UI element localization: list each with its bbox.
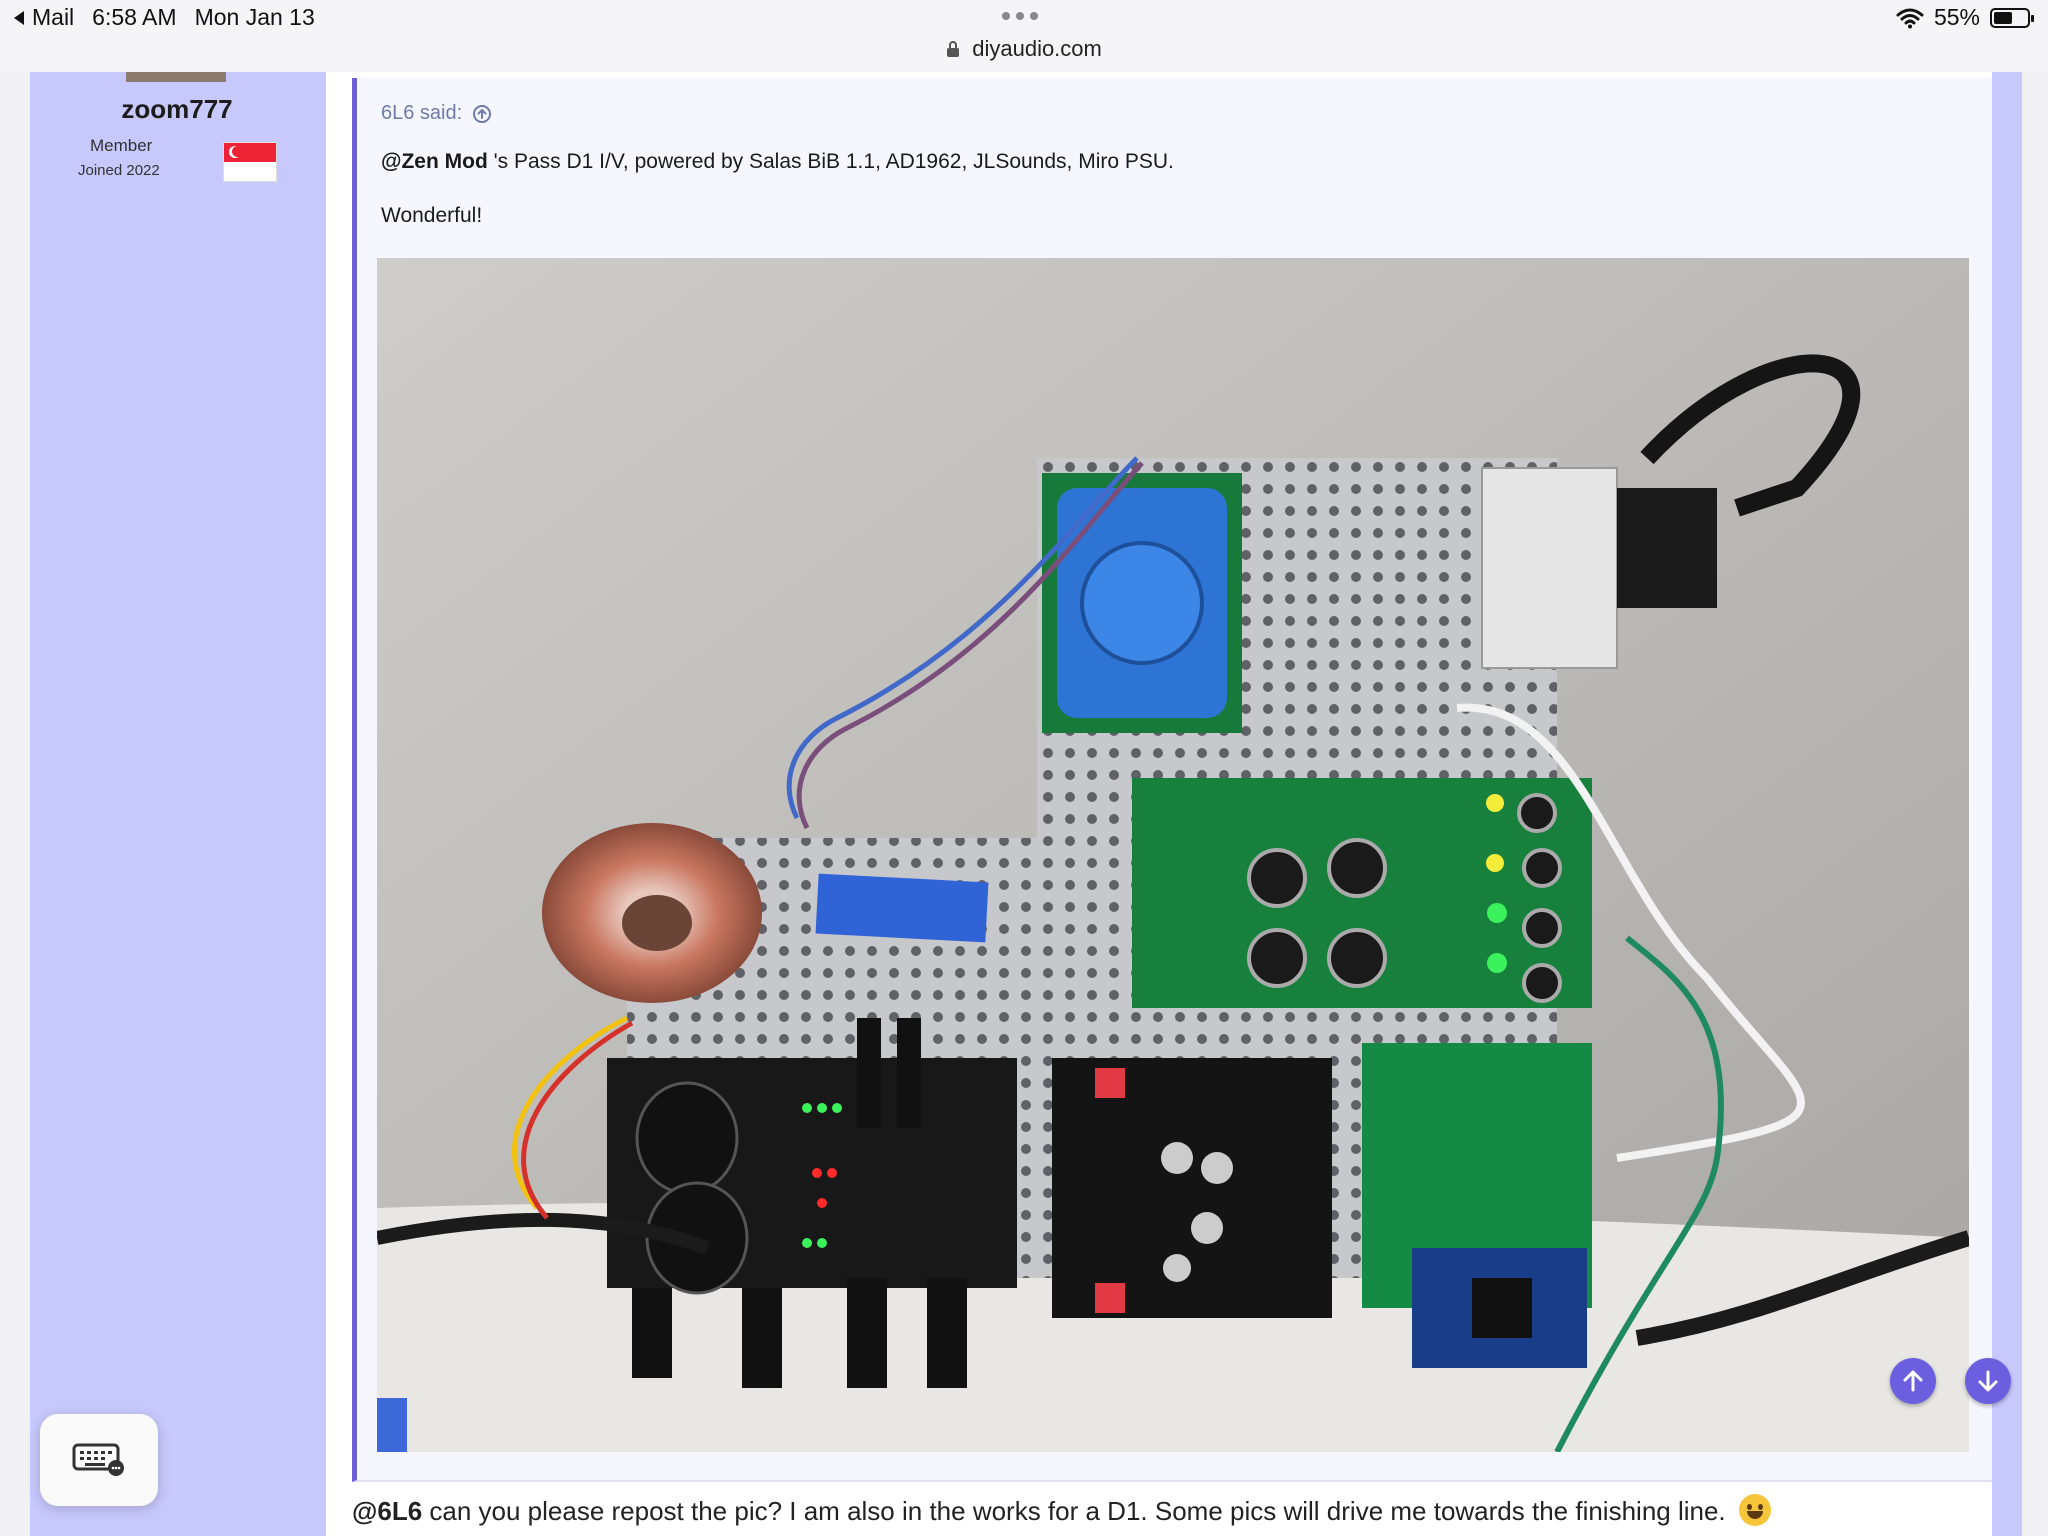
quote-author[interactable]: 6L6 said:: [381, 102, 462, 125]
quote-text: @Zen Mod 's Pass D1 I/V, powered by Sala…: [381, 150, 1174, 174]
multitasking-dots-icon[interactable]: [1002, 12, 1046, 22]
reply-mention-link[interactable]: @6L6: [352, 1496, 422, 1526]
status-right: 55%: [1896, 4, 2034, 31]
photo-illustration: [377, 258, 1969, 1452]
mention-link[interactable]: @Zen Mod: [381, 150, 488, 173]
quote-header[interactable]: 6L6 said:: [381, 102, 492, 125]
right-gutter: [2022, 72, 2048, 1536]
amplifier-build-photo[interactable]: [377, 258, 1969, 1452]
quote-text-rest: 's Pass D1 I/V, powered by Salas BiB 1.1…: [487, 150, 1174, 173]
scroll-bottom-button[interactable]: [1965, 1358, 2011, 1404]
user-joined: Joined 2022: [78, 162, 160, 179]
url-text: diyaudio.com: [972, 36, 1102, 61]
battery-percent: 55%: [1933, 4, 1980, 30]
singapore-flag-icon: [223, 142, 277, 182]
avatar[interactable]: [126, 72, 226, 82]
back-to-app-button[interactable]: Mail: [12, 4, 74, 31]
username-link[interactable]: zoom777: [30, 94, 324, 125]
wifi-icon: [1896, 8, 1924, 28]
battery-icon: [1990, 7, 2034, 28]
user-info-panel: zoom777 Member Joined 2022: [30, 72, 326, 1536]
status-time: 6:58 AM: [92, 4, 177, 30]
quote-text-2: Wonderful!: [381, 204, 483, 227]
grinning-emoji-icon: [1738, 1494, 1771, 1526]
go-to-quoted-post-icon[interactable]: [472, 104, 492, 124]
keyboard-icon: [72, 1443, 124, 1476]
status-left: Mail 6:58 AM Mon Jan 13: [12, 4, 315, 31]
left-gutter: [0, 72, 30, 1536]
back-triangle-icon: [14, 10, 24, 25]
reply-text: @6L6 can you please repost the pic? I am…: [352, 1494, 1771, 1527]
back-app-label: Mail: [32, 4, 75, 30]
status-date: Mon Jan 13: [194, 4, 315, 30]
lock-icon: [947, 41, 960, 57]
address-bar[interactable]: diyaudio.com: [0, 36, 2048, 62]
arrow-down-icon: [1978, 1370, 1998, 1392]
scroll-top-button[interactable]: [1890, 1358, 1936, 1404]
reply-text-rest: can you please repost the pic? I am also…: [422, 1496, 1726, 1526]
status-bar: Mail 6:58 AM Mon Jan 13 diyaudio.com 55%: [0, 0, 2048, 73]
arrow-up-icon: [1903, 1370, 1923, 1392]
keyboard-toggle-button[interactable]: [40, 1414, 158, 1506]
user-role: Member: [90, 136, 153, 155]
